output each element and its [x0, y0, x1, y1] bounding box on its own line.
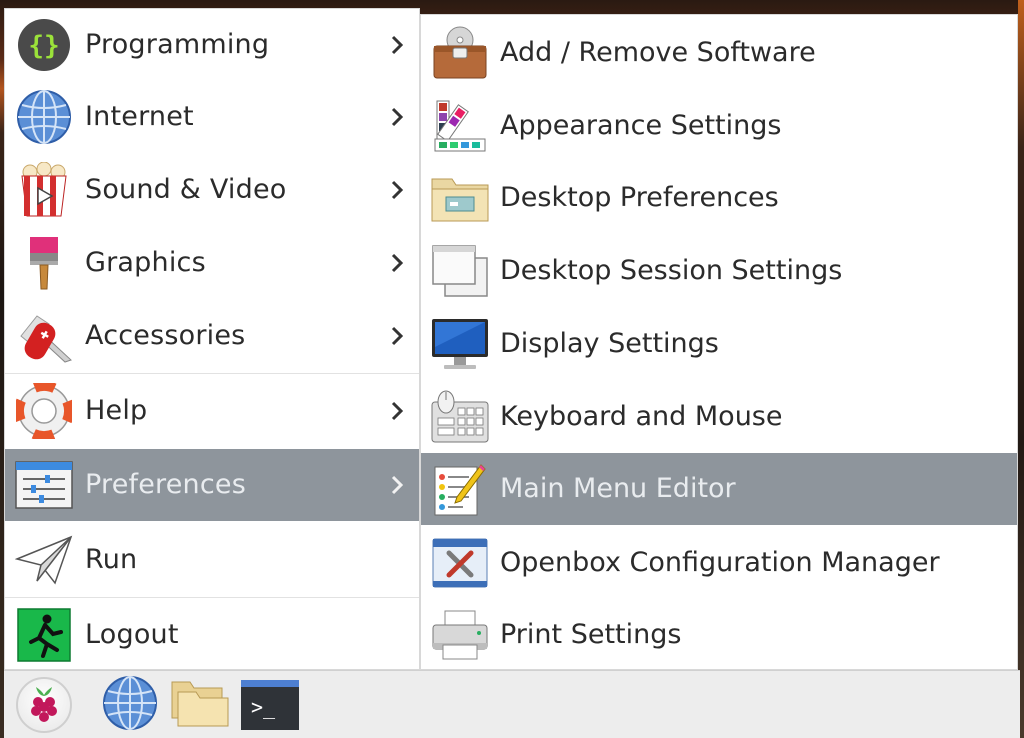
menu-item-label: Internet: [85, 101, 194, 132]
menu-item-preferences[interactable]: Preferences: [5, 449, 419, 521]
submenu-item-label: Add / Remove Software: [500, 37, 816, 68]
menu-item-internet[interactable]: Internet: [5, 81, 419, 153]
submenu-item-label: Display Settings: [500, 328, 719, 359]
color-swatch-icon: [429, 98, 491, 154]
menu-item-label: Sound & Video: [85, 174, 287, 205]
submenu-item-main-menu-editor[interactable]: Main Menu Editor: [421, 453, 1017, 525]
menu-item-label: Programming: [85, 29, 270, 60]
openbox-tools-icon: [429, 535, 491, 591]
menu-item-sound-video[interactable]: Sound & Video: [5, 154, 419, 226]
software-box-icon: [429, 25, 491, 81]
globe-icon: [102, 675, 158, 735]
menu-separator: [5, 597, 419, 598]
windows-stack-icon: [429, 243, 491, 299]
browser-button[interactable]: [100, 675, 160, 735]
file-manager-button[interactable]: [170, 675, 230, 735]
terminal-button[interactable]: >_: [240, 675, 300, 735]
submenu-item-label: Print Settings: [500, 619, 682, 650]
submenu-item-appearance-settings[interactable]: Appearance Settings: [421, 90, 1017, 162]
submenu-item-label: Desktop Preferences: [500, 182, 779, 213]
chevron-right-icon: [387, 33, 407, 57]
menu-item-label: Accessories: [85, 320, 246, 351]
submenu-item-label: Main Menu Editor: [500, 473, 736, 504]
swiss-knife-icon: [15, 308, 73, 364]
desktop-wallpaper: [1018, 0, 1024, 738]
terminal-icon: >_: [241, 680, 299, 730]
submenu-item-desktop-session-settings[interactable]: Desktop Session Settings: [421, 235, 1017, 307]
paintbrush-icon: [15, 235, 73, 291]
main-menu: {} Programming Internet Sound & Video Gr…: [4, 8, 420, 670]
popcorn-video-icon: [15, 162, 73, 218]
menu-item-programming[interactable]: {} Programming: [5, 9, 419, 81]
menu-editor-icon: [429, 461, 491, 517]
menu-item-help[interactable]: Help: [5, 375, 419, 447]
menu-separator: [5, 373, 419, 374]
menu-item-label: Help: [85, 395, 148, 426]
raspberry-icon: [26, 683, 62, 727]
chevron-right-icon: [387, 105, 407, 129]
menu-item-graphics[interactable]: Graphics: [5, 227, 419, 299]
menu-item-label: Preferences: [85, 469, 246, 500]
svg-text:{}: {}: [28, 31, 59, 61]
raspberry-menu-button[interactable]: [16, 677, 72, 733]
folder-icon: [170, 678, 230, 732]
submenu-item-label: Keyboard and Mouse: [500, 401, 783, 432]
printer-icon: [429, 607, 491, 663]
submenu-item-display-settings[interactable]: Display Settings: [421, 308, 1017, 380]
chevron-right-icon: [387, 324, 407, 348]
taskbar: >_: [4, 670, 1020, 738]
submenu-item-add-remove-software[interactable]: Add / Remove Software: [421, 17, 1017, 89]
keyboard-mouse-icon: [429, 389, 491, 445]
menu-item-run[interactable]: Run: [5, 524, 419, 596]
submenu-item-label: Appearance Settings: [500, 110, 782, 141]
lifebuoy-icon: [15, 383, 73, 439]
code-braces-icon: {}: [15, 17, 73, 73]
menu-item-label: Logout: [85, 619, 179, 650]
menu-item-accessories[interactable]: Accessories: [5, 300, 419, 372]
submenu-item-openbox-configuration-manager[interactable]: Openbox Configuration Manager: [421, 527, 1017, 599]
monitor-icon: [429, 316, 491, 372]
globe-icon: [15, 89, 73, 145]
chevron-right-icon: [387, 251, 407, 275]
submenu-item-desktop-preferences[interactable]: Desktop Preferences: [421, 162, 1017, 234]
chevron-right-icon: [387, 473, 407, 497]
submenu-item-print-settings[interactable]: Print Settings: [421, 599, 1017, 671]
chevron-right-icon: [387, 399, 407, 423]
folder-desktop-icon: [429, 170, 491, 226]
chevron-right-icon: [387, 178, 407, 202]
preferences-submenu: Add / Remove Software Appearance Setting…: [420, 14, 1018, 670]
sliders-icon: [15, 457, 73, 513]
paper-plane-icon: [15, 532, 73, 588]
menu-item-label: Run: [85, 544, 138, 575]
submenu-item-label: Desktop Session Settings: [500, 255, 843, 286]
exit-running-icon: [15, 607, 73, 663]
submenu-item-keyboard-and-mouse[interactable]: Keyboard and Mouse: [421, 381, 1017, 453]
menu-item-logout[interactable]: Logout: [5, 599, 419, 671]
menu-item-label: Graphics: [85, 247, 206, 278]
submenu-item-label: Openbox Configuration Manager: [500, 547, 940, 578]
